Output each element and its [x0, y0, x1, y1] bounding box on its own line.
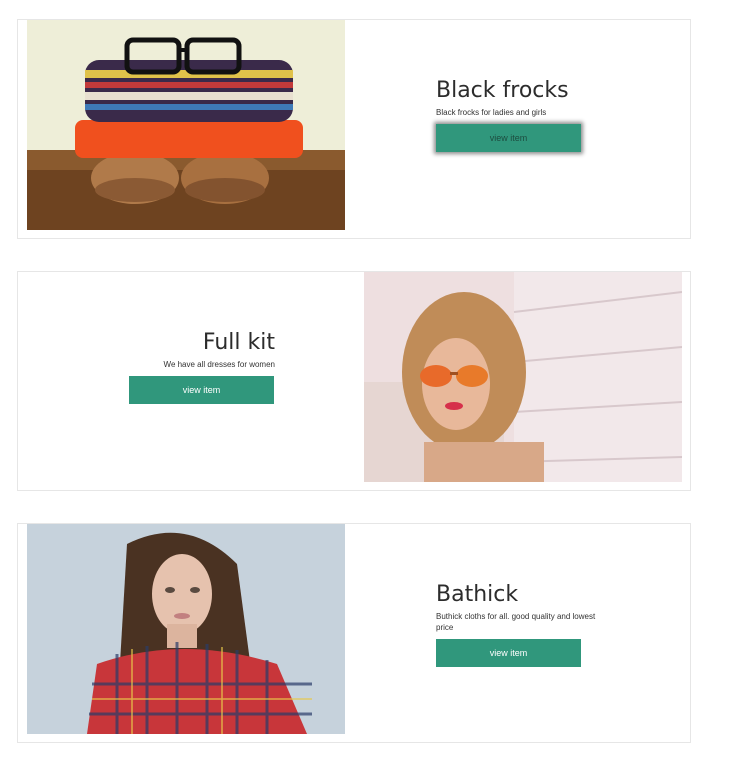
- view-item-button[interactable]: view item: [436, 124, 581, 152]
- product-description: We have all dresses for women: [163, 360, 275, 369]
- product-card-bathick: Bathick Buthick cloths for all. good qua…: [17, 523, 691, 743]
- product-image-woman-plaid-shirt: [27, 524, 345, 734]
- product-info: Full kit We have all dresses for women v…: [129, 330, 275, 404]
- product-title: Black frocks: [436, 78, 569, 103]
- product-card-black-frocks: Black frocks Black frocks for ladies and…: [17, 19, 691, 239]
- product-description: Buthick cloths for all. good quality and…: [436, 612, 596, 632]
- product-image-woman-sunglasses: [364, 272, 682, 482]
- view-item-button[interactable]: view item: [129, 376, 274, 404]
- product-title: Bathick: [436, 582, 519, 607]
- product-title: Full kit: [202, 330, 275, 355]
- view-item-button[interactable]: view item: [436, 639, 581, 667]
- product-description: Black frocks for ladies and girls: [436, 108, 547, 117]
- product-card-full-kit: Full kit We have all dresses for women v…: [17, 271, 691, 491]
- product-image-sweater-glasses-shoes: [27, 20, 345, 230]
- product-info: Black frocks Black frocks for ladies and…: [436, 78, 611, 152]
- product-info: Bathick Buthick cloths for all. good qua…: [436, 582, 611, 667]
